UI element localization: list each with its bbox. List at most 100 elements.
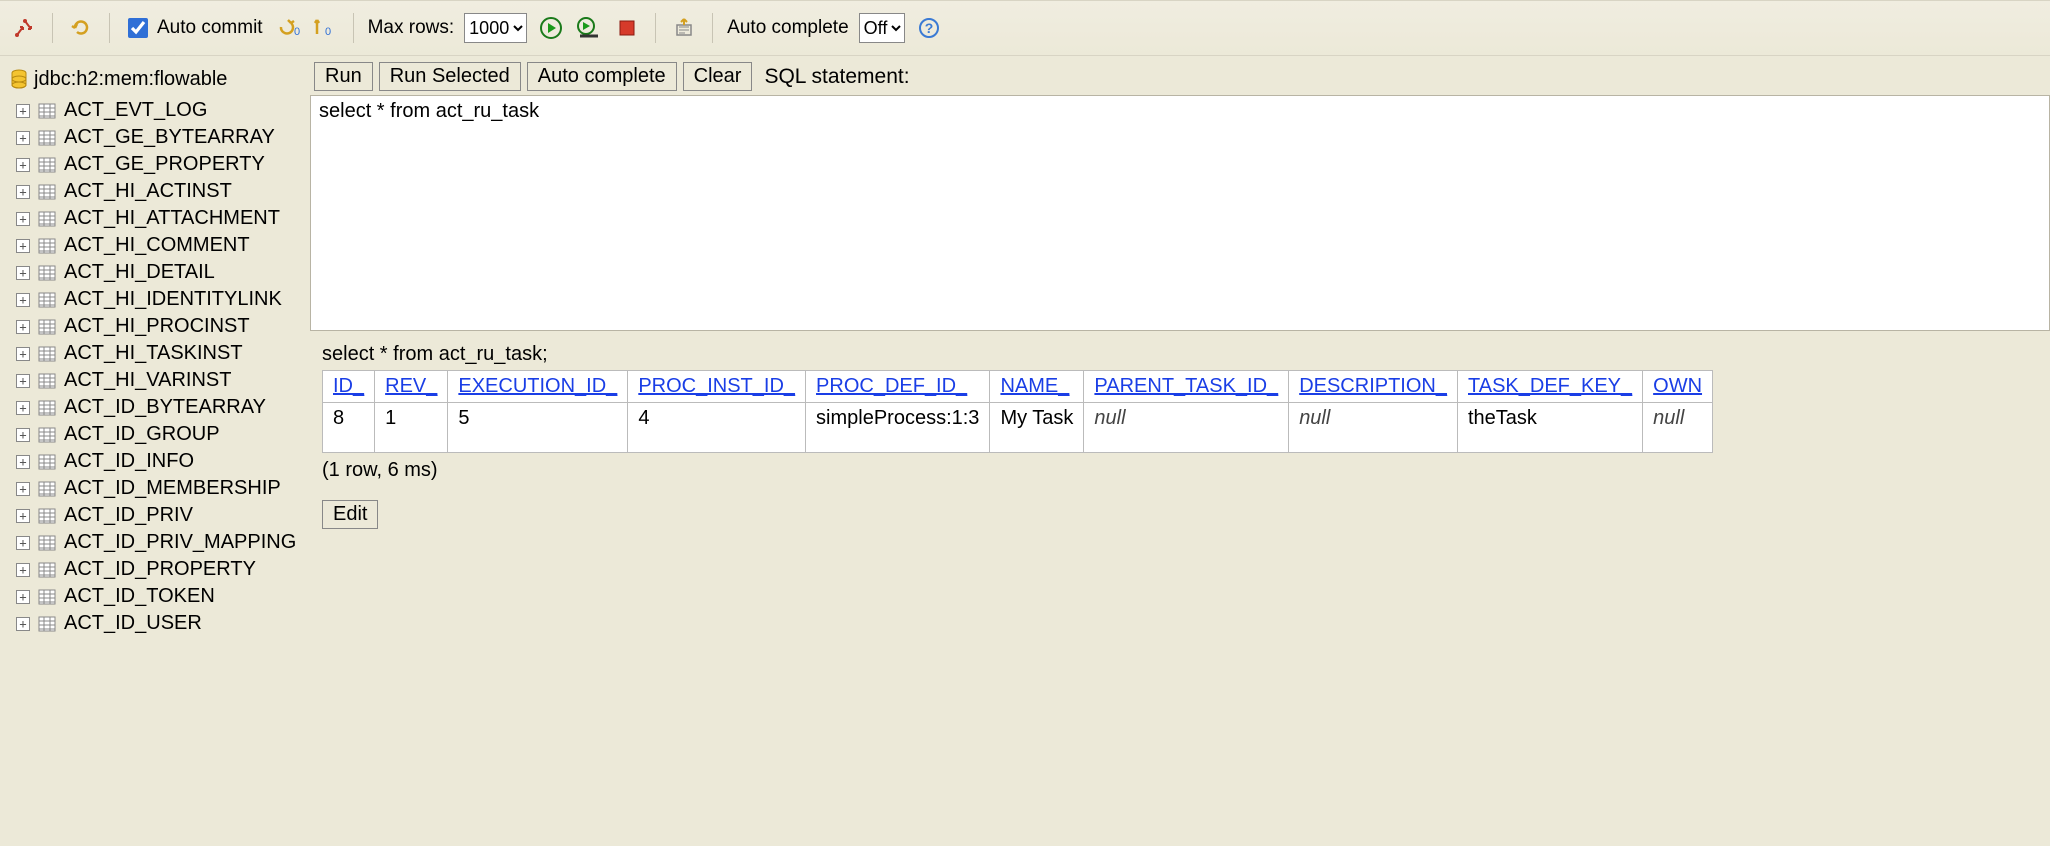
max-rows-select[interactable]: 1000 — [464, 13, 527, 43]
table-icon — [38, 319, 56, 335]
expand-icon[interactable]: + — [16, 212, 30, 226]
table-name: ACT_HI_ATTACHMENT — [64, 207, 280, 230]
autocommit-toggle[interactable]: Auto commit — [124, 15, 263, 41]
result-cell: theTask — [1458, 403, 1643, 453]
table-name: ACT_HI_PROCINST — [64, 315, 250, 338]
database-icon — [10, 69, 28, 91]
sidebar-table-item[interactable]: +ACT_HI_IDENTITYLINK — [0, 286, 310, 313]
column-header[interactable]: TASK_DEF_KEY_ — [1458, 371, 1643, 403]
sidebar-table-item[interactable]: + ACT_HI_PROCINST — [0, 313, 310, 340]
sidebar-table-item[interactable]: +ACT_ID_PROPERTY — [0, 556, 310, 583]
expand-icon[interactable]: + — [16, 590, 30, 604]
refresh-icon[interactable] — [67, 14, 95, 42]
run-icon[interactable] — [537, 14, 565, 42]
column-header[interactable]: EXECUTION_ID_ — [448, 371, 628, 403]
toolbar-separator — [353, 13, 354, 43]
rollback-icon[interactable]: 0 — [273, 14, 301, 42]
column-header[interactable]: PROC_DEF_ID_ — [806, 371, 990, 403]
column-header[interactable]: DESCRIPTION_ — [1289, 371, 1458, 403]
sidebar-table-item[interactable]: +ACT_GE_BYTEARRAY — [0, 124, 310, 151]
column-header[interactable]: PARENT_TASK_ID_ — [1084, 371, 1289, 403]
sidebar-table-item[interactable]: +ACT_HI_COMMENT — [0, 232, 310, 259]
expand-icon[interactable]: + — [16, 563, 30, 577]
sidebar: jdbc:h2:mem:flowable +ACT_EVT_LOG+ACT_GE… — [0, 56, 310, 846]
connection-node[interactable]: jdbc:h2:mem:flowable — [0, 62, 310, 97]
sidebar-table-item[interactable]: + ACT_EVT_LOG — [0, 97, 310, 124]
expand-icon[interactable]: + — [16, 428, 30, 442]
clear-button[interactable]: Clear — [683, 62, 753, 91]
sidebar-table-item[interactable]: + ACT_ID_TOKEN — [0, 583, 310, 610]
table-name: ACT_ID_PRIV — [64, 504, 193, 527]
sidebar-table-item[interactable]: +ACT_ID_PRIV_MAPPING — [0, 529, 310, 556]
column-header[interactable]: PROC_INST_ID_ — [628, 371, 806, 403]
result-cell: 4 — [628, 403, 806, 453]
sidebar-table-item[interactable]: + ACT_ID_MEMBERSHIP — [0, 475, 310, 502]
result-cell: null — [1084, 403, 1289, 453]
autocommit-label: Auto commit — [157, 17, 263, 39]
help-icon[interactable]: ? — [915, 14, 943, 42]
disconnect-icon[interactable] — [10, 14, 38, 42]
sidebar-table-item[interactable]: + ACT_HI_ATTACHMENT — [0, 205, 310, 232]
table-icon — [38, 481, 56, 497]
sidebar-table-item[interactable]: +ACT_ID_INFO — [0, 448, 310, 475]
sidebar-table-item[interactable]: + ACT_HI_TASKINST — [0, 340, 310, 367]
sidebar-table-item[interactable]: +ACT_ID_GROUP — [0, 421, 310, 448]
sql-editor[interactable]: select * from act_ru_task — [310, 95, 2050, 331]
table-icon — [38, 211, 56, 227]
expand-icon[interactable]: + — [16, 104, 30, 118]
table-name: ACT_ID_MEMBERSHIP — [64, 477, 281, 500]
column-header[interactable]: NAME_ — [990, 371, 1084, 403]
sidebar-table-item[interactable]: +ACT_GE_PROPERTY — [0, 151, 310, 178]
table-name: ACT_ID_BYTEARRAY — [64, 396, 266, 419]
sidebar-table-item[interactable]: +ACT_HI_VARINST — [0, 367, 310, 394]
result-cell: null — [1643, 403, 1713, 453]
result-panel: select * from act_ru_task; ID_REV_EXECUT… — [310, 331, 2050, 846]
expand-icon[interactable]: + — [16, 509, 30, 523]
expand-icon[interactable]: + — [16, 374, 30, 388]
table-icon — [38, 562, 56, 578]
table-name: ACT_HI_TASKINST — [64, 342, 243, 365]
expand-icon[interactable]: + — [16, 401, 30, 415]
expand-icon[interactable]: + — [16, 158, 30, 172]
sidebar-table-item[interactable]: +ACT_ID_USER — [0, 610, 310, 637]
run-selected-button[interactable]: Run Selected — [379, 62, 521, 91]
result-cell: 8 — [323, 403, 375, 453]
expand-icon[interactable]: + — [16, 347, 30, 361]
expand-icon[interactable]: + — [16, 185, 30, 199]
history-icon[interactable] — [670, 14, 698, 42]
sidebar-table-item[interactable]: + ACT_ID_BYTEARRAY — [0, 394, 310, 421]
expand-icon[interactable]: + — [16, 266, 30, 280]
expand-icon[interactable]: + — [16, 455, 30, 469]
table-name: ACT_ID_TOKEN — [64, 585, 215, 608]
expand-icon[interactable]: + — [16, 131, 30, 145]
max-rows-label: Max rows: — [368, 17, 455, 39]
connection-label: jdbc:h2:mem:flowable — [34, 68, 227, 91]
table-name: ACT_EVT_LOG — [64, 99, 207, 122]
expand-icon[interactable]: + — [16, 293, 30, 307]
expand-icon[interactable]: + — [16, 482, 30, 496]
sidebar-table-item[interactable]: + ACT_ID_PRIV — [0, 502, 310, 529]
svg-text:0: 0 — [294, 26, 300, 38]
toolbar-separator — [52, 13, 53, 43]
toolbar-separator — [712, 13, 713, 43]
run-button[interactable]: Run — [314, 62, 373, 91]
sidebar-table-item[interactable]: +ACT_HI_ACTINST — [0, 178, 310, 205]
edit-button[interactable]: Edit — [322, 500, 378, 529]
column-header[interactable]: ID_ — [323, 371, 375, 403]
autocommit-checkbox[interactable] — [128, 18, 148, 38]
expand-icon[interactable]: + — [16, 239, 30, 253]
result-cell: My Task — [990, 403, 1084, 453]
commit-icon[interactable]: 0 — [311, 14, 339, 42]
column-header[interactable]: REV_ — [375, 371, 448, 403]
expand-icon[interactable]: + — [16, 320, 30, 334]
autocomplete-button[interactable]: Auto complete — [527, 62, 677, 91]
autocomplete-select[interactable]: Off — [859, 13, 905, 43]
sidebar-table-item[interactable]: + ACT_HI_DETAIL — [0, 259, 310, 286]
expand-icon[interactable]: + — [16, 617, 30, 631]
run-selected-icon[interactable] — [575, 14, 603, 42]
expand-icon[interactable]: + — [16, 536, 30, 550]
table-name: ACT_HI_DETAIL — [64, 261, 215, 284]
table-icon — [38, 130, 56, 146]
stop-icon[interactable] — [613, 14, 641, 42]
column-header[interactable]: OWN — [1643, 371, 1713, 403]
